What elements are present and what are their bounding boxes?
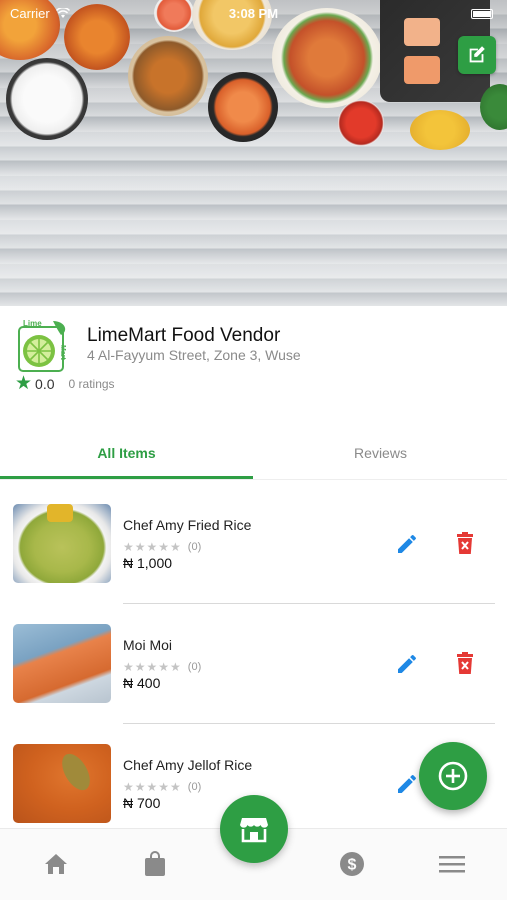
item-price: ₦ 400 [123, 675, 161, 691]
item-rating: ★★★★★ (0) [123, 540, 201, 554]
item-review-count: (0) [187, 781, 202, 793]
status-bar: Carrier 3:08 PM [0, 4, 507, 24]
vendor-rating: ★ 0.0 0 ratings [15, 374, 115, 393]
edit-item-button[interactable] [392, 769, 422, 799]
shopping-bag-icon [145, 851, 165, 876]
menu-icon [439, 856, 465, 873]
logo-mart-text: Mart [59, 345, 66, 360]
food-bowl [128, 36, 208, 116]
logo-lime-text: Lime [23, 319, 42, 328]
trash-icon [457, 532, 473, 554]
plus-circle-icon [438, 761, 468, 791]
vendor-address: 4 Al-Fayyum Street, Zone 3, Wuse [87, 347, 301, 363]
battery-icon [471, 9, 493, 19]
pencil-icon [398, 774, 416, 793]
item-rating: ★★★★★ (0) [123, 780, 201, 794]
star-rating-icons: ★★★★★ [123, 780, 182, 794]
item-price: ₦ 700 [123, 795, 161, 811]
tab-all-items[interactable]: All Items [0, 426, 253, 480]
storefront-icon [240, 818, 268, 843]
item-price: ₦ 1,000 [123, 555, 173, 571]
trash-icon [457, 652, 473, 674]
delete-item-button[interactable] [450, 529, 480, 559]
cover-image: Carrier 3:08 PM [0, 0, 507, 306]
pencil-icon [398, 654, 416, 673]
list-item[interactable]: Chef Amy Fried Rice ★★★★★ (0) ₦ 1,000 [0, 484, 507, 604]
edit-item-button[interactable] [392, 649, 422, 679]
food-bowl [410, 110, 470, 150]
pencil-icon [398, 534, 416, 553]
item-rating: ★★★★★ (0) [123, 660, 201, 674]
food-bowl [404, 56, 440, 84]
status-time: 3:08 PM [228, 6, 279, 21]
delete-item-button[interactable] [450, 649, 480, 679]
rating-value: 0.0 [35, 375, 55, 392]
list-item[interactable]: Moi Moi ★★★★★ (0) ₦ 400 [0, 604, 507, 724]
edit-square-icon [469, 46, 485, 63]
item-review-count: (0) [187, 541, 202, 553]
store-button[interactable] [220, 795, 288, 863]
nav-earnings[interactable]: $ [337, 849, 367, 879]
food-bowl [208, 72, 278, 142]
food-bowl [6, 58, 88, 140]
ratings-count: 0 ratings [68, 376, 115, 391]
home-icon [45, 854, 67, 874]
item-image [13, 504, 111, 583]
tab-reviews[interactable]: Reviews [254, 426, 507, 480]
item-image [13, 744, 111, 823]
item-name: Moi Moi [123, 637, 173, 653]
divider [0, 479, 507, 480]
item-name: Chef Amy Fried Rice [123, 517, 252, 533]
item-review-count: (0) [187, 661, 202, 673]
nav-orders[interactable] [140, 849, 170, 879]
svg-text:$: $ [348, 857, 357, 874]
vendor-logo: Lime Mart [17, 319, 70, 374]
vendor-info: Lime Mart LimeMart Food Vendor 4 Al-Fayy… [0, 306, 507, 406]
nav-menu[interactable] [437, 849, 467, 879]
star-rating-icons: ★★★★★ [123, 540, 182, 554]
edit-item-button[interactable] [392, 529, 422, 559]
star-icon: ★ [15, 373, 33, 394]
star-rating-icons: ★★★★★ [123, 660, 182, 674]
dollar-circle-icon: $ [340, 852, 364, 876]
vendor-name: LimeMart Food Vendor [87, 325, 281, 346]
item-image [13, 624, 111, 703]
tab-bar: All Items Reviews [0, 426, 507, 480]
edit-cover-button[interactable] [458, 36, 496, 74]
nav-home[interactable] [41, 849, 71, 879]
add-item-button[interactable] [419, 742, 487, 810]
item-name: Chef Amy Jellof Rice [123, 757, 253, 773]
food-bowl [338, 100, 384, 146]
